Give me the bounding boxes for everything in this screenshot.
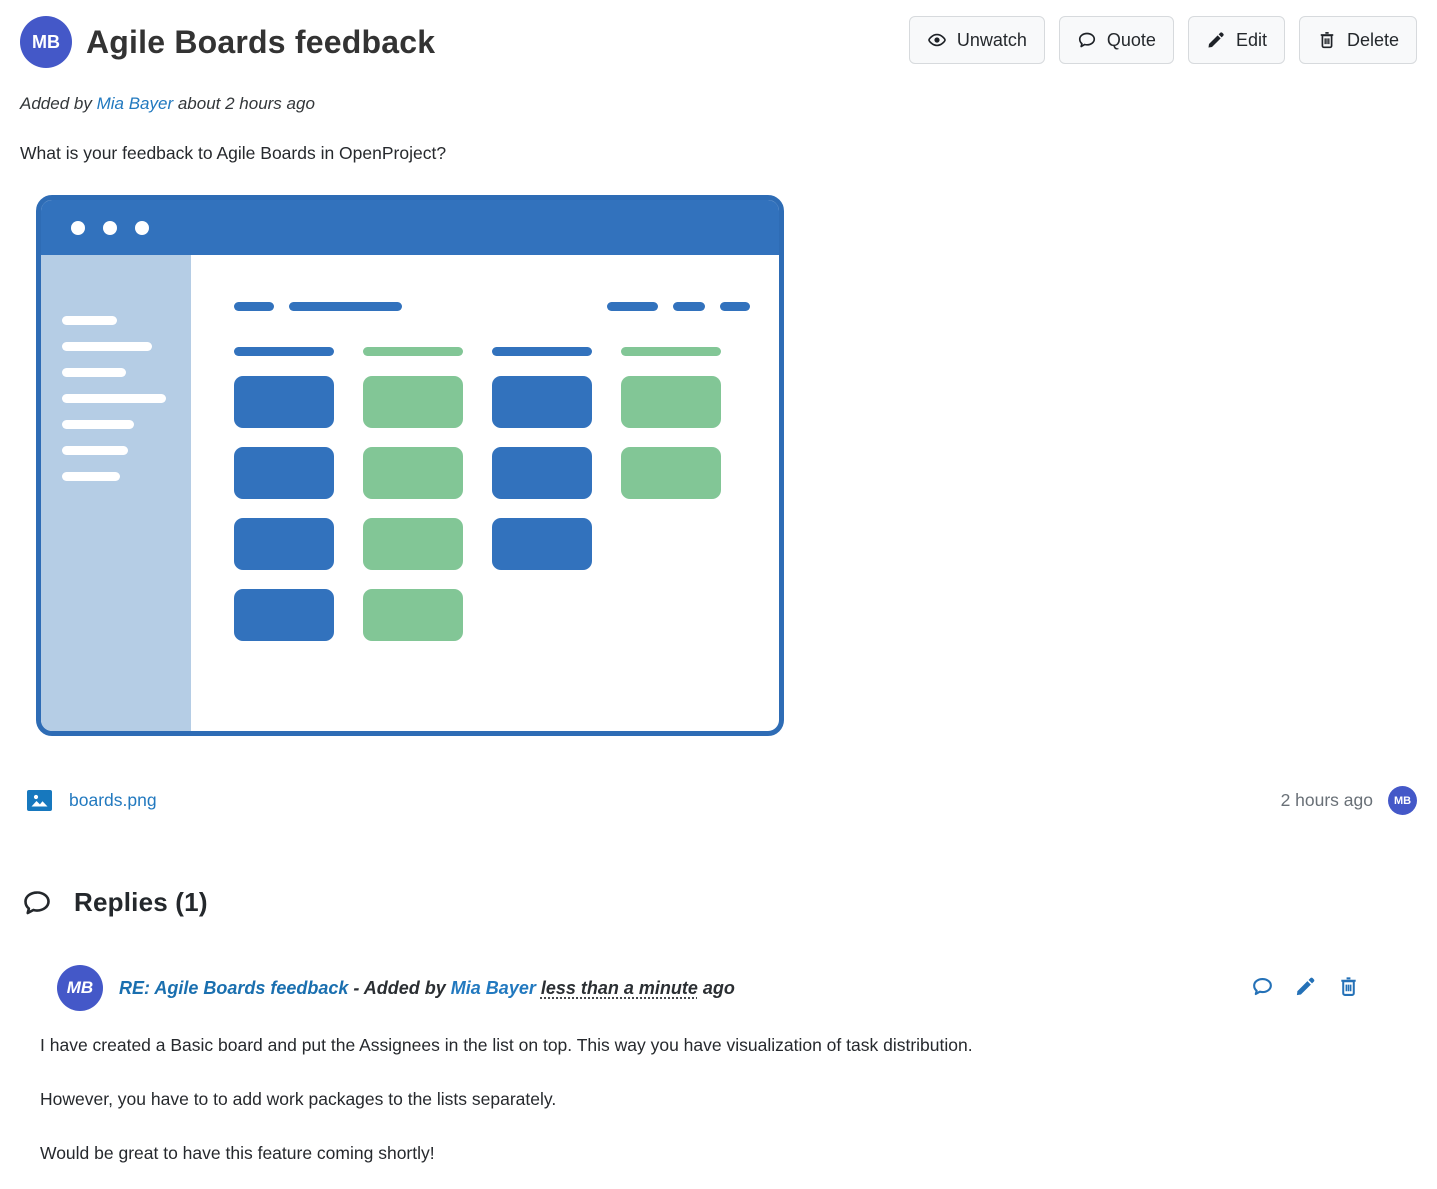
quote-button-label: Quote [1107,30,1156,51]
preview-toolbar-dash [289,302,402,311]
preview-sidebar-line [62,446,128,455]
reply-time: less than a minute [541,978,698,998]
reply-edit-button[interactable] [1294,975,1317,1001]
replies-title: Replies (1) [74,887,208,918]
preview-card [492,376,592,428]
reply-actions [1251,975,1360,1001]
image-attachment-icon [27,790,52,811]
post-body-text: What is your feedback to Agile Boards in… [20,143,1417,164]
attachment-timestamp: 2 hours ago [1281,790,1373,811]
preview-card [492,518,592,570]
preview-card [363,589,463,641]
preview-titlebar [41,200,779,255]
forum-message-page: MB Agile Boards feedback Unwatch Quote [0,0,1437,1164]
preview-board-column [234,347,334,660]
reply-paragraph: I have created a Basic board and put the… [40,1035,1417,1056]
meta-prefix: Added by [20,94,92,113]
preview-column-header [363,347,463,356]
reply-title-link[interactable]: RE: Agile Boards feedback [119,978,348,998]
preview-card [621,447,721,499]
page-title: Agile Boards feedback [86,24,435,61]
preview-column-header [621,347,721,356]
preview-toolbar-dash [234,302,274,311]
delete-button[interactable]: Delete [1299,16,1417,64]
reply-delete-button[interactable] [1337,975,1360,1001]
eye-icon [927,30,947,50]
unwatch-button[interactable]: Unwatch [909,16,1045,64]
preview-card [621,376,721,428]
preview-board-column [492,347,592,660]
reply-paragraph: However, you have to to add work package… [40,1089,1417,1110]
preview-sidebar-line [62,394,166,403]
preview-titlebar-dot [71,221,85,235]
preview-column-header [492,347,592,356]
preview-card [492,447,592,499]
attachment-file-link[interactable]: boards.png [69,790,157,811]
message-header: MB Agile Boards feedback Unwatch Quote [20,16,1417,68]
preview-main [191,255,779,731]
post-meta: Added by Mia Bayer about 2 hours ago [20,94,1417,114]
reply-item: MB RE: Agile Boards feedback - Added by … [57,965,1417,1164]
preview-titlebar-dot [135,221,149,235]
preview-sidebar-line [62,420,134,429]
quote-button[interactable]: Quote [1059,16,1174,64]
reply-added-by: Added by [364,978,446,998]
reply-meta: RE: Agile Boards feedback - Added by Mia… [119,978,735,999]
message-toolbar: Unwatch Quote Edit Delete [909,16,1417,64]
preview-card [234,518,334,570]
delete-button-label: Delete [1347,30,1399,51]
preview-sidebar-line [62,368,126,377]
reply-time-suffix: ago [703,978,735,998]
preview-board-column [621,347,721,660]
reply-quote-button[interactable] [1251,975,1274,1001]
preview-column-header [234,347,334,356]
preview-toolbar-dash [607,302,658,311]
meta-suffix: about 2 hours ago [178,94,315,113]
author-link[interactable]: Mia Bayer [97,94,174,113]
preview-card [363,447,463,499]
reply-meta-separator: - [353,978,359,998]
attachment-row: boards.png 2 hours ago MB [20,786,1417,815]
preview-card [363,376,463,428]
reply-avatar: MB [57,965,103,1011]
reply-paragraph: Would be great to have this feature comi… [40,1143,1417,1164]
preview-board [234,347,750,660]
reply-header: MB RE: Agile Boards feedback - Added by … [57,965,1417,1011]
preview-sidebar-line [62,316,117,325]
preview-titlebar-dot [103,221,117,235]
replies-bubble-icon [22,888,52,918]
preview-card [363,518,463,570]
preview-card [234,589,334,641]
reply-author-link[interactable]: Mia Bayer [451,978,536,998]
edit-button[interactable]: Edit [1188,16,1285,64]
unwatch-button-label: Unwatch [957,30,1027,51]
attachment-avatar: MB [1388,786,1417,815]
pencil-icon [1206,30,1226,50]
attached-image-preview[interactable] [36,195,784,736]
speech-bubble-icon [1077,30,1097,50]
trash-icon [1317,30,1337,50]
avatar: MB [20,16,72,68]
replies-section-heading: Replies (1) [22,887,1417,918]
preview-sidebar-line [62,472,120,481]
preview-card [234,376,334,428]
preview-toolbar-dash [720,302,750,311]
reply-body: I have created a Basic board and put the… [40,1035,1417,1164]
preview-sidebar-line [62,342,152,351]
preview-card [234,447,334,499]
edit-button-label: Edit [1236,30,1267,51]
preview-board-column [363,347,463,660]
preview-toolbar-dash [673,302,705,311]
preview-sidebar [41,255,191,731]
